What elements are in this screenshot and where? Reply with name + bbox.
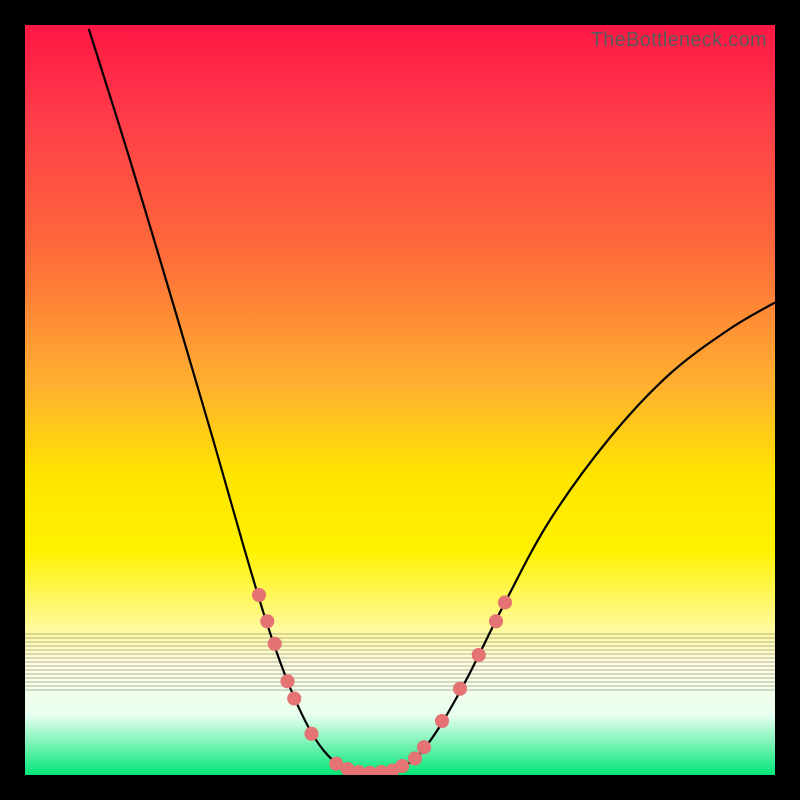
data-marker xyxy=(489,614,503,628)
chart-frame: TheBottleneck.com xyxy=(0,0,800,800)
data-marker xyxy=(374,765,388,775)
data-marker xyxy=(435,714,449,728)
data-marker xyxy=(268,637,282,651)
watermark-text: TheBottleneck.com xyxy=(591,29,767,52)
plot-area: TheBottleneck.com xyxy=(25,25,775,775)
data-marker xyxy=(498,596,512,610)
data-marker xyxy=(252,588,266,602)
data-marker xyxy=(417,740,431,754)
data-markers xyxy=(252,588,512,775)
bottleneck-curve xyxy=(89,29,775,773)
data-marker xyxy=(386,764,400,776)
data-marker xyxy=(260,614,274,628)
data-marker xyxy=(472,648,486,662)
data-marker xyxy=(395,759,409,773)
data-marker xyxy=(305,727,319,741)
data-marker xyxy=(281,674,295,688)
gradient-stripes xyxy=(25,633,775,776)
data-marker xyxy=(352,765,366,775)
data-marker xyxy=(287,692,301,706)
data-marker xyxy=(363,766,377,775)
chart-svg xyxy=(25,25,775,775)
data-marker xyxy=(341,762,355,775)
data-marker xyxy=(329,757,343,771)
data-marker xyxy=(453,682,467,696)
data-marker xyxy=(408,752,422,766)
